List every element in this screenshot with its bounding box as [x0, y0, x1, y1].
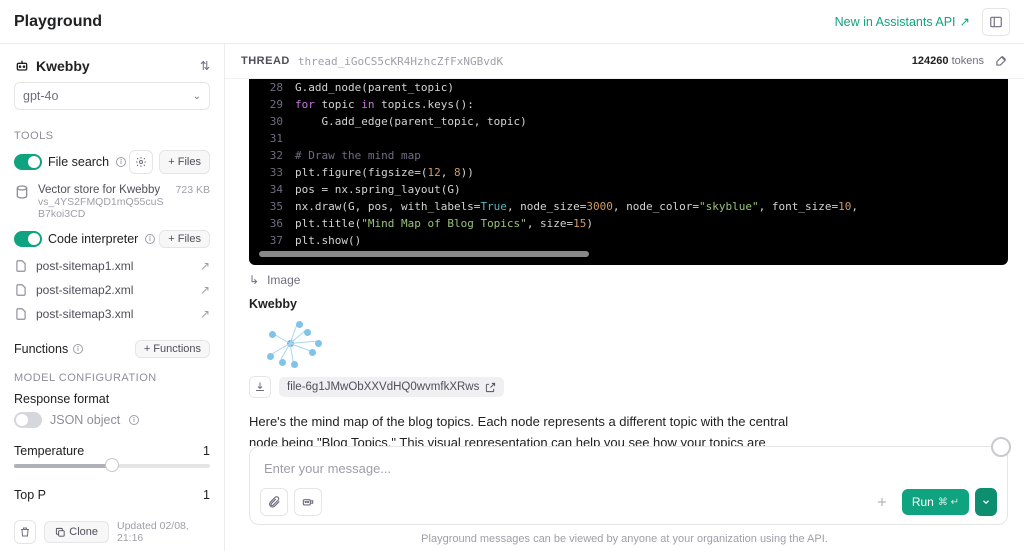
- temperature-slider[interactable]: [14, 464, 210, 468]
- code-output: 28G.add_node(parent_topic)29for topic in…: [249, 79, 1008, 265]
- info-icon: [72, 343, 84, 355]
- generated-file-id: file-6g1JMwObXXVdHQ0wvmfkXRws: [287, 381, 479, 393]
- paperclip-icon: [267, 495, 281, 509]
- external-link-icon: ↗: [200, 307, 210, 321]
- info-icon: [144, 233, 156, 245]
- output-image-label: Image: [267, 273, 300, 287]
- top-p-label: Top P: [14, 488, 46, 502]
- external-link-icon: ↗: [200, 259, 210, 273]
- vector-store-size: 723 KB: [176, 184, 210, 220]
- clone-button[interactable]: Clone: [44, 521, 109, 543]
- code-interpreter-add-files-button[interactable]: + Files: [159, 230, 210, 248]
- top-p-value: 1: [203, 488, 210, 502]
- file-search-label: File search: [48, 155, 109, 169]
- delete-button[interactable]: [14, 520, 36, 544]
- tools-button[interactable]: [294, 488, 322, 516]
- external-link-icon: ↗: [200, 283, 210, 297]
- broom-icon: [994, 54, 1008, 68]
- run-options-button[interactable]: [975, 488, 997, 516]
- vector-store-item[interactable]: Vector store for Kwebby vs_4YS2FMQD1mQ55…: [14, 184, 210, 220]
- message-input[interactable]: [260, 455, 997, 482]
- updated-timestamp: Updated 02/08, 21:16: [117, 520, 210, 544]
- external-link-icon: ↗: [960, 14, 970, 29]
- trash-icon: [19, 526, 31, 538]
- run-shortcut: ⌘ ↵: [938, 497, 959, 508]
- vector-store-id: vs_4YS2FMQD1mQ55cuSB7koi3CD: [38, 196, 168, 220]
- functions-label: Functions: [14, 342, 68, 356]
- code-interpreter-toggle[interactable]: [14, 231, 42, 247]
- vector-store-title: Vector store for Kwebby: [38, 184, 168, 196]
- json-object-toggle[interactable]: [14, 412, 42, 428]
- page-title: Playground: [14, 13, 102, 31]
- robot-icon: [14, 58, 30, 74]
- assistant-reply: Here's the mind map of the blog topics. …: [249, 412, 809, 446]
- info-icon: [128, 414, 140, 426]
- attach-button[interactable]: [260, 488, 288, 516]
- tool-icon: [301, 495, 315, 509]
- file-name: post-sitemap3.xml: [36, 307, 133, 321]
- model-name: gpt-4o: [23, 89, 58, 103]
- subdirectory-arrow-icon: ↳: [249, 273, 259, 287]
- new-in-api-link[interactable]: New in Assistants API ↗: [835, 14, 970, 29]
- panel-icon: [989, 15, 1003, 29]
- external-link-icon: [485, 382, 496, 393]
- file-name: post-sitemap2.xml: [36, 283, 133, 297]
- generated-file-chip[interactable]: file-6g1JMwObXXVdHQ0wvmfkXRws: [279, 377, 504, 397]
- file-search-add-files-button[interactable]: + Files: [159, 150, 210, 174]
- file-item[interactable]: post-sitemap3.xml ↗: [14, 302, 210, 326]
- code-interpreter-label: Code interpreter: [48, 232, 138, 246]
- model-select[interactable]: gpt-4o ⌄: [14, 82, 210, 110]
- tools-header: TOOLS: [14, 130, 210, 142]
- chevron-down-icon: ⌄: [193, 91, 201, 102]
- code-scrollbar[interactable]: [259, 251, 589, 257]
- file-item[interactable]: post-sitemap1.xml ↗: [14, 254, 210, 278]
- token-count: 124260 tokens: [912, 55, 984, 67]
- message-composer: Run ⌘ ↵: [249, 446, 1008, 525]
- clear-thread-button[interactable]: [994, 54, 1008, 68]
- json-object-label: JSON object: [50, 413, 120, 427]
- model-config-header: MODEL CONFIGURATION: [14, 372, 210, 384]
- thread-label: THREAD: [241, 55, 290, 67]
- feedback-badge[interactable]: [991, 437, 1011, 457]
- footer-note: Playground messages can be viewed by any…: [225, 533, 1024, 551]
- copy-icon: [55, 527, 66, 538]
- file-icon: [14, 283, 28, 297]
- output-image-toggle[interactable]: ↳ Image: [249, 273, 1008, 287]
- database-icon: [14, 184, 30, 200]
- file-icon: [14, 259, 28, 273]
- add-functions-button[interactable]: + Functions: [135, 340, 210, 358]
- file-icon: [14, 307, 28, 321]
- layout-toggle-button[interactable]: [982, 8, 1010, 36]
- plus-icon: [875, 495, 889, 509]
- temperature-label: Temperature: [14, 444, 84, 458]
- download-icon: [254, 381, 266, 393]
- download-file-button[interactable]: [249, 376, 271, 398]
- clone-label: Clone: [69, 526, 98, 538]
- response-format-label: Response format: [14, 392, 210, 406]
- temperature-value: 1: [203, 444, 210, 458]
- run-button[interactable]: Run ⌘ ↵: [902, 489, 969, 515]
- chevron-down-icon: [981, 497, 991, 507]
- api-link-label: New in Assistants API: [835, 15, 956, 29]
- file-item[interactable]: post-sitemap2.xml ↗: [14, 278, 210, 302]
- assistant-selector[interactable]: Kwebby ⇅: [14, 54, 210, 82]
- file-search-settings-button[interactable]: [129, 150, 153, 174]
- updown-icon: ⇅: [200, 59, 210, 73]
- run-label: Run: [912, 495, 934, 509]
- file-search-toggle[interactable]: [14, 154, 42, 170]
- gear-icon: [135, 156, 147, 168]
- add-button[interactable]: [868, 488, 896, 516]
- mindmap-image: [249, 315, 329, 370]
- assistant-message-name: Kwebby: [249, 297, 1008, 311]
- info-icon: [115, 156, 127, 168]
- thread-id: thread_iGoCS5cKR4HzhcZfFxNGBvdK: [298, 55, 503, 68]
- assistant-name: Kwebby: [36, 58, 90, 74]
- sidebar: Kwebby ⇅ gpt-4o ⌄ TOOLS File search + Fi…: [0, 44, 225, 551]
- file-name: post-sitemap1.xml: [36, 259, 133, 273]
